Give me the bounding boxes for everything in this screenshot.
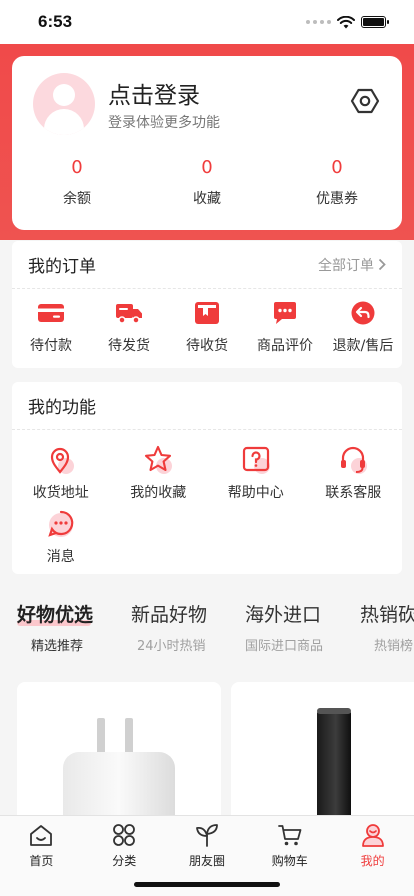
- stat-balance[interactable]: 0 余额: [12, 156, 142, 208]
- package-icon: [195, 301, 219, 324]
- tab-hot[interactable]: 热销砍 热销榜: [360, 600, 414, 654]
- tab-subtitle: 国际进口商品: [245, 639, 324, 654]
- profile-card: 点击登录 登录体验更多功能 0 余额 0 收藏 0 优惠券: [12, 56, 402, 230]
- truck-icon: [116, 303, 142, 324]
- headset-icon: [341, 446, 368, 474]
- category-tabs: 好物优选 精选推荐 新品好物 24小时热销 海外进口 国际进口商品 热销砍 热销…: [0, 600, 414, 660]
- func-label: 消息: [46, 549, 75, 565]
- stat-value: 0: [331, 157, 343, 178]
- tabbar-label: 购物车: [271, 854, 308, 868]
- order-pending-shipment[interactable]: 待发货: [90, 301, 168, 355]
- tab-subtitle: 热销榜: [374, 639, 414, 654]
- all-orders-link[interactable]: 全部订单: [318, 255, 386, 275]
- func-favorites[interactable]: 我的收藏: [110, 444, 208, 508]
- orders-row: 待付款 待发货 待收货 商品评价 退款/售后: [12, 289, 402, 366]
- tab-title: 新品好物: [131, 604, 208, 626]
- func-address[interactable]: 收货地址: [12, 444, 110, 508]
- functions-title: 我的功能: [28, 398, 96, 418]
- return-icon: [351, 301, 375, 324]
- orders-card: 我的订单 全部订单 待付款 待发货 待收货 商品评价 退款/售后: [12, 241, 402, 368]
- tab-title: 海外进口: [245, 604, 322, 626]
- stat-coupons[interactable]: 0 优惠券: [272, 156, 402, 208]
- tabbar-label: 首页: [29, 854, 54, 868]
- tab-title: 热销砍: [360, 604, 414, 626]
- functions-header: 我的功能: [12, 382, 402, 430]
- tabbar-label: 朋友圈: [188, 854, 225, 868]
- func-customer-service[interactable]: 联系客服: [305, 444, 403, 508]
- status-bar: 6:53: [0, 0, 414, 44]
- stat-label: 余额: [63, 191, 91, 207]
- all-orders-label: 全部订单: [318, 257, 374, 274]
- avatar-head: [53, 84, 75, 106]
- home-icon: [30, 825, 53, 846]
- message-icon: [48, 510, 73, 537]
- order-label: 待收货: [186, 337, 228, 354]
- tab-title: 好物优选: [17, 604, 94, 626]
- orders-title: 我的订单: [28, 257, 96, 277]
- tabbar-label: 我的: [360, 854, 385, 868]
- order-pending-receipt[interactable]: 待收货: [168, 301, 246, 355]
- order-label: 待付款: [30, 337, 72, 354]
- stat-label: 优惠券: [316, 191, 358, 207]
- functions-card: 我的功能 收货地址 我的收藏 帮助中心 联系客服 消息: [12, 382, 402, 574]
- star-icon: [145, 445, 173, 474]
- order-label: 退款/售后: [332, 337, 394, 354]
- status-icons: [306, 15, 389, 29]
- settings-icon[interactable]: [350, 86, 380, 116]
- stats-row: 0 余额 0 收藏 0 优惠券: [12, 156, 402, 208]
- func-label: 帮助中心: [227, 485, 284, 501]
- login-title[interactable]: 点击登录: [108, 76, 200, 110]
- func-label: 收货地址: [32, 485, 89, 501]
- order-label: 待发货: [108, 337, 150, 354]
- tab-subtitle: 精选推荐: [31, 639, 84, 654]
- battery-icon: [361, 16, 389, 28]
- tabbar-profile[interactable]: 我的: [331, 816, 414, 896]
- wifi-icon: [337, 15, 355, 28]
- cart-icon: [277, 825, 302, 846]
- tab-recommended[interactable]: 好物优选 精选推荐: [17, 600, 147, 654]
- home-indicator: [134, 882, 280, 887]
- stat-favorites[interactable]: 0 收藏: [142, 156, 272, 208]
- tabbar-home[interactable]: 首页: [0, 816, 83, 896]
- status-time: 6:53: [38, 12, 73, 31]
- tabbar-label: 分类: [112, 854, 137, 868]
- avatar-body: [44, 109, 84, 135]
- category-icon: [113, 824, 136, 846]
- user-icon: [361, 824, 384, 847]
- tab-subtitle: 24小时热销: [137, 639, 206, 654]
- avatar[interactable]: [33, 73, 95, 135]
- sprout-icon: [196, 824, 218, 847]
- login-subtitle: 登录体验更多功能: [108, 115, 220, 131]
- signal-icon: [306, 20, 331, 24]
- func-messages[interactable]: 消息: [12, 508, 110, 572]
- functions-grid: 收货地址 我的收藏 帮助中心 联系客服 消息: [12, 430, 402, 572]
- tab-overseas[interactable]: 海外进口 国际进口商品: [245, 600, 375, 654]
- comment-icon: [274, 301, 296, 324]
- order-pending-payment[interactable]: 待付款: [12, 301, 90, 355]
- func-label: 我的收藏: [130, 485, 187, 501]
- tab-new[interactable]: 新品好物 24小时热销: [131, 600, 261, 654]
- stat-label: 收藏: [193, 191, 221, 207]
- location-icon: [50, 447, 74, 474]
- stat-value: 0: [71, 157, 83, 178]
- stat-value: 0: [201, 157, 213, 178]
- help-icon: [242, 446, 270, 474]
- func-label: 联系客服: [325, 485, 382, 501]
- order-refund[interactable]: 退款/售后: [324, 301, 402, 355]
- order-label: 商品评价: [257, 337, 313, 354]
- card-icon: [38, 303, 64, 322]
- order-review[interactable]: 商品评价: [246, 301, 324, 355]
- chevron-right-icon: [378, 258, 386, 271]
- func-help[interactable]: 帮助中心: [207, 444, 305, 508]
- orders-header: 我的订单 全部订单: [12, 241, 402, 289]
